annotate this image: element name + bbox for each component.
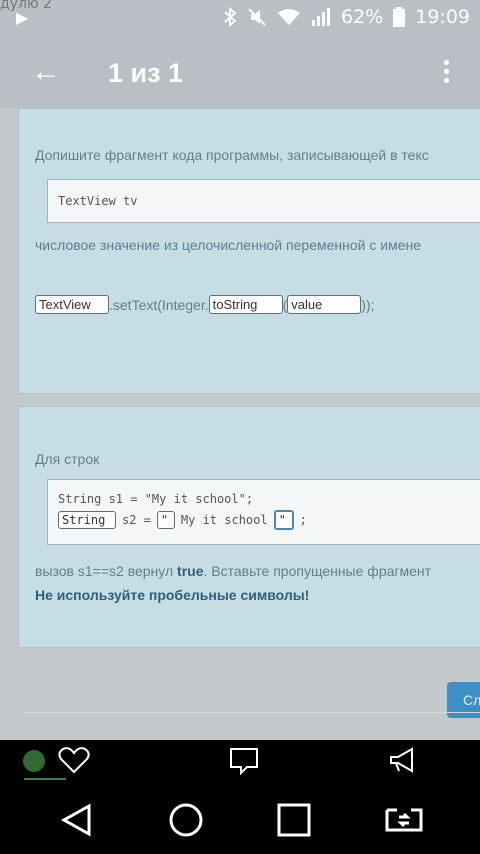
answer-blank-2[interactable]: toString — [208, 295, 283, 314]
back-arrow-icon[interactable]: ← — [26, 52, 66, 92]
back-nav-icon[interactable] — [48, 792, 104, 848]
switch-apps-icon[interactable] — [376, 792, 432, 848]
question-card-2: Для строк String s1 = "My it school"; St… — [18, 406, 480, 648]
status-bar: дулю 2 ▶ 62% 19:09 — [0, 0, 480, 36]
page-content: Допишите фрагмент кода программы, записы… — [0, 108, 480, 740]
answer-blank-2[interactable]: " — [156, 511, 175, 529]
play-icon: ▶ — [16, 8, 29, 27]
wifi-icon — [278, 9, 300, 25]
code-line: TextView tv — [58, 194, 138, 208]
answer-blank-1[interactable]: TextView — [35, 295, 109, 314]
signal-icon — [312, 8, 330, 26]
battery-percent: 62% — [341, 6, 384, 28]
answer-line: TextView .setText(Integer. toString ( va… — [35, 295, 375, 314]
bluetooth-icon — [224, 7, 237, 27]
clock: 19:09 — [415, 6, 470, 28]
report-icon[interactable] — [382, 740, 426, 782]
avatar[interactable] — [12, 740, 66, 782]
code-block: TextView tv — [47, 179, 480, 223]
answer-blank-3[interactable]: " — [273, 510, 294, 530]
battery-icon — [393, 7, 406, 27]
divider — [24, 712, 480, 713]
question-text-2: числовое значение из целочисленной перем… — [35, 237, 421, 253]
code-fragment: My it school — [180, 513, 268, 527]
question-text-2: вызов s1==s2 вернул true. Вставьте пропу… — [35, 563, 431, 579]
heart-icon[interactable] — [52, 740, 96, 782]
code-line: String s1 = "My it school"; — [58, 492, 254, 506]
code-answer-line: String s2 = " My it school " ; — [58, 510, 480, 530]
text-part: . Вставьте пропущенные фрагмент — [203, 563, 432, 579]
warning-text: Не используйте пробельные символы! — [35, 587, 310, 603]
answer-blank-3[interactable]: value — [287, 295, 362, 314]
code-fragment: )); — [361, 296, 375, 313]
code-fragment: s2 = — [122, 513, 151, 527]
navigation-bar — [0, 782, 480, 854]
comment-icon[interactable] — [222, 740, 266, 782]
question-text: Для строк — [35, 451, 100, 467]
question-card-1: Допишите фрагмент кода программы, записы… — [18, 108, 480, 394]
home-nav-icon[interactable] — [158, 792, 214, 848]
code-fragment: ; — [299, 513, 307, 527]
bottom-toolbar — [0, 740, 480, 782]
text-bold: true — [177, 563, 204, 579]
answer-blank-1[interactable]: String — [58, 511, 116, 529]
more-options-icon[interactable] — [434, 56, 458, 92]
page-title: 1 из 1 — [108, 58, 184, 88]
question-text: Допишите фрагмент кода программы, записы… — [35, 147, 429, 163]
code-block: String s1 = "My it school"; String s2 = … — [47, 479, 480, 545]
text-part: вызов s1==s2 вернул — [35, 563, 178, 579]
recents-nav-icon[interactable] — [266, 792, 322, 848]
code-fragment: .setText(Integer. — [109, 296, 209, 313]
app-toolbar: ← 1 из 1 — [0, 36, 480, 108]
mute-icon — [248, 8, 266, 26]
